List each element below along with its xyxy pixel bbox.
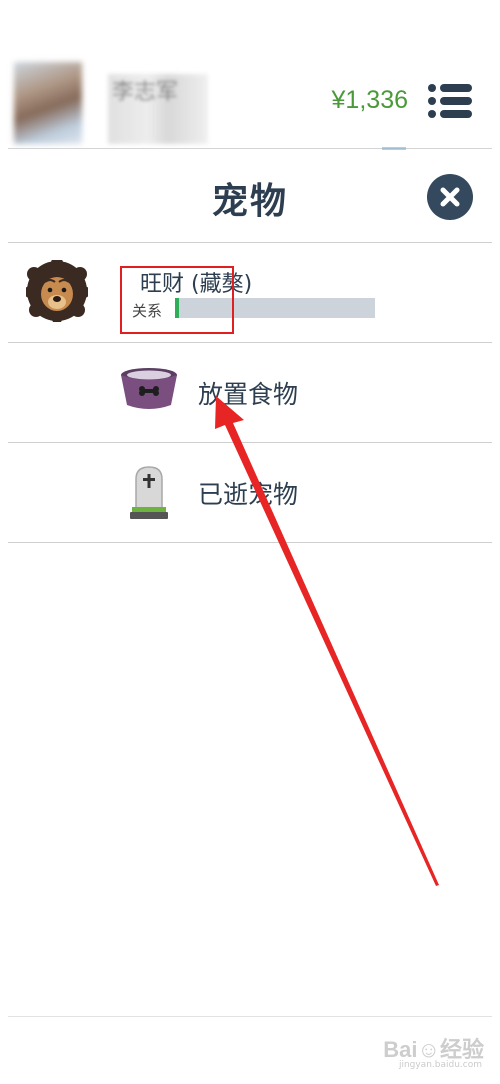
place-food-label: 放置食物 xyxy=(198,380,299,409)
list-menu-icon[interactable] xyxy=(424,82,476,120)
deceased-pets-label: 已逝宠物 xyxy=(198,480,299,509)
divider xyxy=(8,242,492,243)
food-bowl-icon xyxy=(121,368,177,409)
close-icon xyxy=(440,187,460,207)
divider xyxy=(8,542,492,543)
topbar-divider xyxy=(8,148,492,149)
user-name: 李志军 xyxy=(112,80,179,105)
close-button[interactable] xyxy=(427,174,473,220)
watermark-url: jingyan.baidu.com xyxy=(398,1060,482,1070)
deceased-pets-button[interactable]: 已逝宠物 xyxy=(8,443,492,543)
place-food-button[interactable]: 放置食物 xyxy=(8,343,492,443)
top-bar: 李志军 ¥1,336 xyxy=(0,0,500,150)
page-title: 宠物 xyxy=(211,181,288,222)
annotation-highlight-box xyxy=(120,266,234,334)
panel-header: 宠物 xyxy=(0,150,500,243)
pet-list-item[interactable]: 旺财 (藏獒) 关系 xyxy=(8,244,492,342)
coin-balance: ¥1,336 xyxy=(331,86,408,114)
footer-divider xyxy=(8,1016,492,1017)
user-avatar[interactable] xyxy=(14,62,82,144)
lion-dog-icon xyxy=(26,260,88,322)
tombstone-icon xyxy=(130,466,168,519)
